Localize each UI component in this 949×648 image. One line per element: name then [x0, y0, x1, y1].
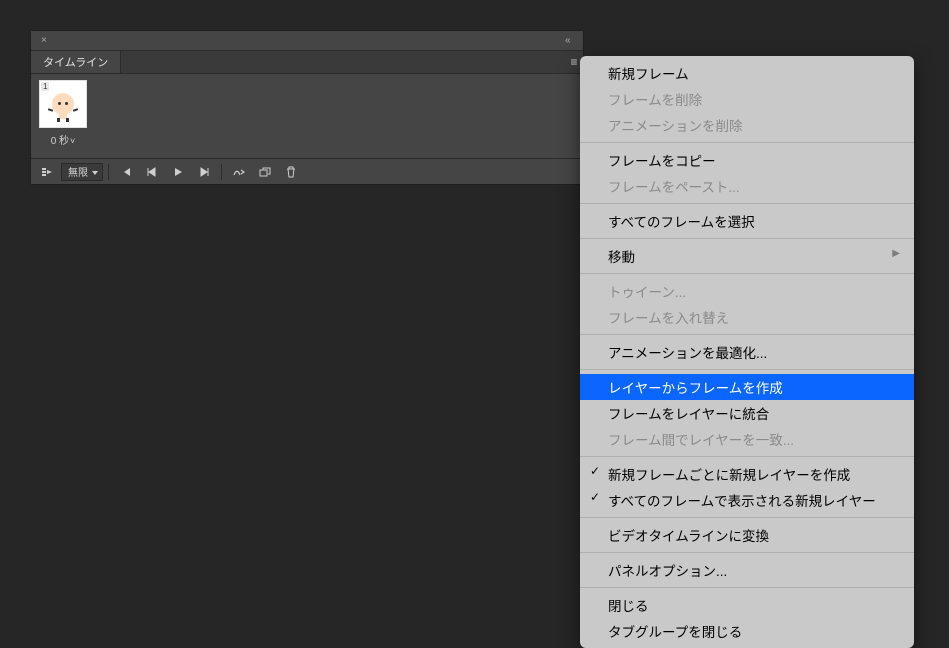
separator: [108, 164, 109, 180]
separator: [221, 164, 222, 180]
frame-duration[interactable]: 0 秒: [51, 132, 76, 147]
menu-separator: [580, 238, 914, 239]
timeline-toolbar: 無限: [31, 158, 583, 184]
close-icon[interactable]: ×: [41, 37, 48, 44]
duplicate-frame-icon[interactable]: [253, 162, 277, 182]
menu-item: フレームを削除: [580, 86, 914, 112]
menu-separator: [580, 369, 914, 370]
panel-header: × «: [31, 31, 583, 51]
menu-separator: [580, 456, 914, 457]
panel-flyout-menu: 新規フレームフレームを削除アニメーションを削除フレームをコピーフレームをペースト…: [580, 56, 914, 648]
menu-item[interactable]: すべてのフレームで表示される新規レイヤー✓: [580, 487, 914, 513]
menu-separator: [580, 273, 914, 274]
menu-item: フレーム間でレイヤーを一致...: [580, 426, 914, 452]
next-frame-icon[interactable]: [192, 162, 216, 182]
check-icon: ✓: [590, 464, 600, 478]
tab-timeline[interactable]: タイムライン: [31, 51, 121, 73]
frame-number: 1: [41, 82, 49, 91]
collapse-icon[interactable]: «: [565, 35, 577, 46]
menu-item: トゥイーン...: [580, 278, 914, 304]
menu-item: アニメーションを削除: [580, 112, 914, 138]
submenu-arrow-icon: ▶: [892, 248, 900, 259]
frame-thumbnail[interactable]: 1: [39, 80, 87, 128]
menu-item: フレームをペースト...: [580, 173, 914, 199]
character-icon: [52, 93, 74, 115]
menu-separator: [580, 587, 914, 588]
menu-item[interactable]: 新規フレームごとに新規レイヤーを作成✓: [580, 461, 914, 487]
menu-item[interactable]: 新規フレーム: [580, 60, 914, 86]
check-icon: ✓: [590, 490, 600, 504]
frames-area: 1 0 秒: [31, 74, 583, 158]
menu-item[interactable]: すべてのフレームを選択: [580, 208, 914, 234]
prev-frame-icon[interactable]: [140, 162, 164, 182]
menu-separator: [580, 203, 914, 204]
menu-item[interactable]: パネルオプション...: [580, 557, 914, 583]
menu-item[interactable]: タブグループを閉じる: [580, 618, 914, 644]
menu-item[interactable]: アニメーションを最適化...: [580, 339, 914, 365]
menu-item: フレームを入れ替え: [580, 304, 914, 330]
convert-timeline-icon[interactable]: [35, 162, 59, 182]
menu-item[interactable]: レイヤーからフレームを作成: [580, 374, 914, 400]
timeline-panel: × « タイムライン ≡ 1 0 秒: [30, 30, 584, 185]
menu-item[interactable]: 移動▶: [580, 243, 914, 269]
menu-separator: [580, 142, 914, 143]
menu-item[interactable]: フレームをコピー: [580, 147, 914, 173]
play-icon[interactable]: [166, 162, 190, 182]
frame-1[interactable]: 1 0 秒: [37, 80, 89, 152]
tab-bar: タイムライン ≡: [31, 51, 583, 74]
menu-separator: [580, 517, 914, 518]
first-frame-icon[interactable]: [114, 162, 138, 182]
menu-item[interactable]: 閉じる: [580, 592, 914, 618]
menu-item[interactable]: ビデオタイムラインに変換: [580, 522, 914, 548]
tween-icon[interactable]: [227, 162, 251, 182]
delete-frame-icon[interactable]: [279, 162, 303, 182]
menu-separator: [580, 552, 914, 553]
menu-item[interactable]: フレームをレイヤーに統合: [580, 400, 914, 426]
loop-select[interactable]: 無限: [61, 163, 103, 181]
menu-separator: [580, 334, 914, 335]
